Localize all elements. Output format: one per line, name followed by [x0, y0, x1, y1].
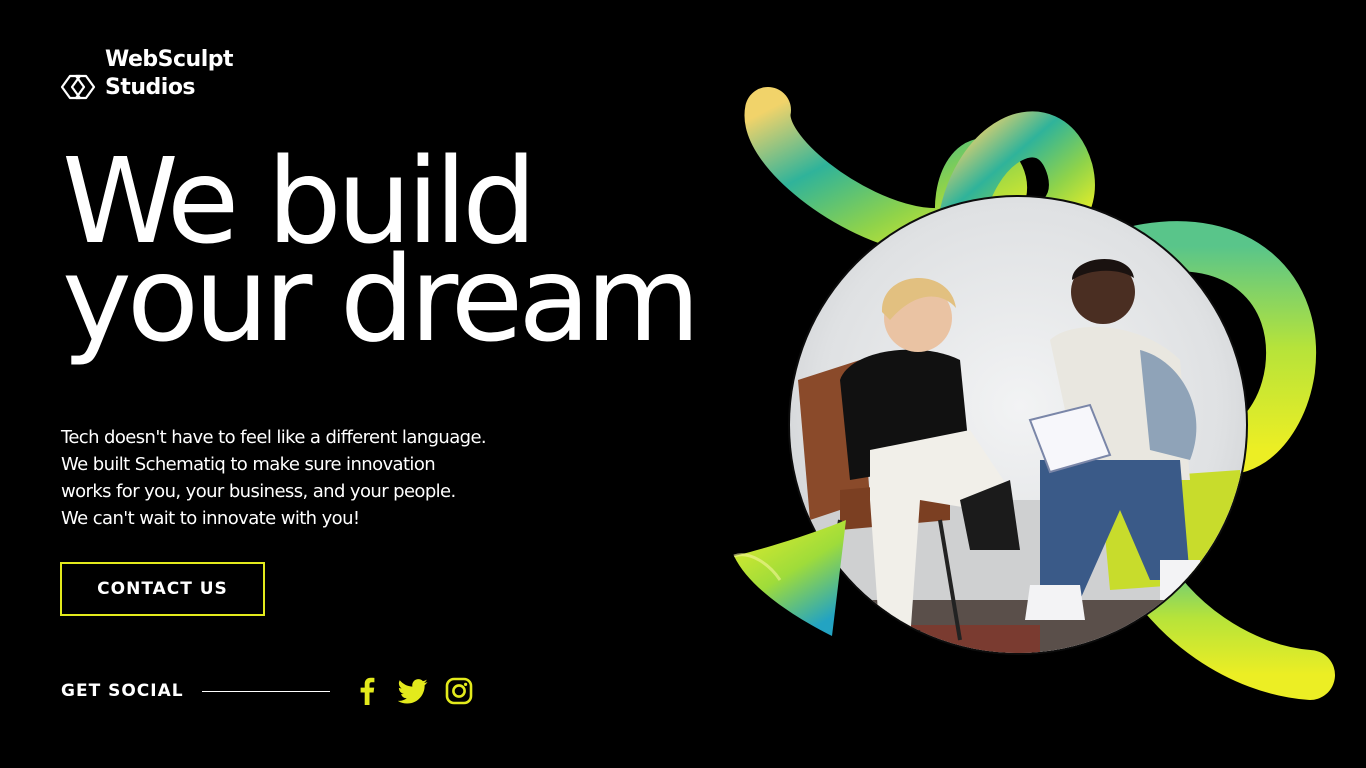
brand-logo[interactable]: WebSculpt Studios [60, 46, 234, 102]
brand-name-line2: Studios [105, 75, 196, 100]
hero-artwork [733, 87, 1335, 700]
intro-line: We can't wait to innovate with you! [61, 508, 360, 529]
landing-page: WebSculpt Studios We build your dream Te… [0, 0, 1366, 768]
hero-intro: Tech doesn't have to feel like a differe… [61, 424, 541, 532]
brand-name-line1: WebSculpt [105, 47, 234, 72]
social-label: GET SOCIAL [61, 681, 184, 701]
instagram-icon[interactable] [444, 676, 474, 706]
gradient-cone [734, 520, 846, 636]
hero-headline: We build your dream [62, 142, 701, 368]
social-bar: GET SOCIAL [61, 676, 490, 706]
twitter-icon[interactable] [397, 676, 428, 706]
social-divider [201, 690, 330, 692]
intro-line: works for you, your business, and your p… [61, 481, 456, 502]
diamond-knot-icon [60, 74, 96, 100]
contact-us-button[interactable]: CONTACT US [60, 562, 265, 616]
brand-name: WebSculpt Studios [105, 46, 234, 102]
intro-line: We built Schematiq to make sure innovati… [61, 454, 436, 475]
intro-line: Tech doesn't have to feel like a differe… [61, 427, 487, 448]
facebook-icon[interactable] [352, 676, 382, 706]
headline-line2: your dream [62, 230, 701, 368]
